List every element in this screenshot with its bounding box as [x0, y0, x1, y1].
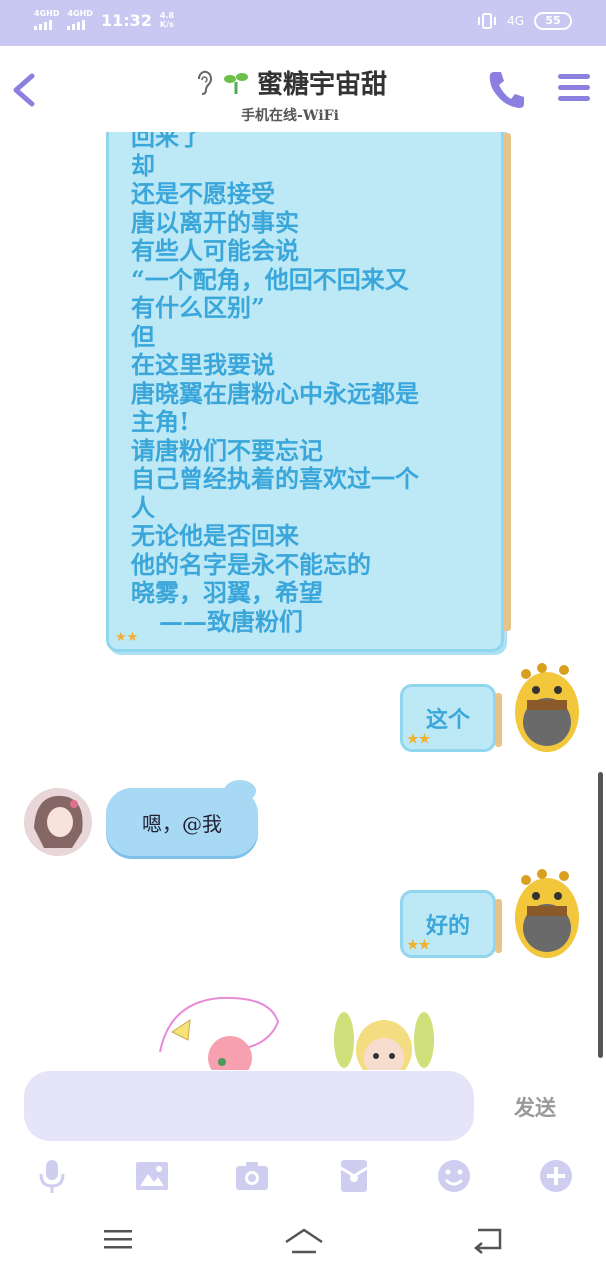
battery-level: 55: [545, 14, 561, 27]
chat-header: 蜜糖宇宙甜 手机在线-WiFi: [0, 46, 606, 132]
net-speed-value: 4.8: [159, 11, 175, 20]
more-button[interactable]: [536, 1156, 576, 1196]
menu-button[interactable]: [556, 70, 592, 106]
blonde-girl-character-decoration: [334, 1012, 434, 1070]
image-icon: [136, 1162, 168, 1190]
network-type: 4G: [507, 14, 524, 28]
giraffe-avatar-icon: [515, 869, 579, 958]
star-decoration-icon: ★★: [115, 630, 139, 645]
my-avatar[interactable]: [512, 866, 582, 966]
battery-icon: 55: [534, 12, 572, 30]
post-line: 却: [131, 150, 155, 180]
net-speed-unit: K/s: [159, 20, 174, 29]
message-bubble-long-post[interactable]: 回来了 却 还是不愿接受 唐以离开的事实 有些人可能会说 “一个配角，他回不回来…: [106, 132, 511, 652]
back-nav-button[interactable]: [470, 1224, 510, 1260]
phone-icon: [489, 72, 524, 108]
home-icon: [285, 1228, 323, 1254]
post-line: 唐以离开的事实: [131, 207, 299, 237]
post-line: 他的名字是永不能忘的: [131, 549, 371, 579]
message-input[interactable]: [24, 1071, 474, 1141]
menu-lines-icon: [104, 1230, 132, 1249]
post-line: 唐晓翼在唐粉心中永远都是: [131, 378, 419, 408]
star-decoration-icon: ★★: [407, 732, 431, 747]
status-bar: 4GHD 4GHD 11:32 4.8 K/s 4G 55: [0, 0, 606, 46]
message-text: 好的: [425, 913, 470, 939]
post-line: 回来了: [131, 132, 203, 151]
post-line: 在这里我要说: [131, 350, 275, 379]
post-line: 晓雾，羽翼，希望: [131, 578, 323, 607]
home-button[interactable]: [282, 1224, 323, 1260]
post-line: 但: [131, 321, 155, 351]
post-line: 人: [131, 492, 155, 522]
message-bubble-me[interactable]: 这个 ★★: [400, 684, 502, 752]
emoji-button[interactable]: [434, 1156, 474, 1196]
sim2-label: 4GHD: [67, 9, 93, 18]
chat-scrollbar[interactable]: [598, 772, 603, 1058]
send-button[interactable]: 发送: [500, 1092, 570, 1126]
post-line: 请唐粉们不要忘记: [131, 435, 323, 465]
post-line: 自己曾经执着的喜欢过一个: [131, 464, 419, 493]
friend-avatar[interactable]: [24, 788, 92, 856]
my-avatar[interactable]: [512, 660, 582, 760]
red-packet-button[interactable]: [334, 1156, 374, 1196]
system-nav-bar: [0, 1204, 606, 1280]
message-text: 这个: [425, 707, 470, 733]
chat-title-area[interactable]: 蜜糖宇宙甜 手机在线-WiFi: [160, 64, 420, 125]
recent-apps-button[interactable]: [100, 1224, 140, 1260]
camera-icon: [236, 1162, 268, 1190]
bubble-edge-decoration: [495, 693, 502, 747]
sim1-label: 4GHD: [34, 9, 60, 18]
long-post-text: 回来了 却 还是不愿接受 唐以离开的事实 有些人可能会说 “一个配角，他回不回来…: [131, 132, 481, 636]
back-arrow-icon: [474, 1228, 502, 1254]
hamburger-menu-icon: [558, 74, 590, 101]
chat-title: 蜜糖宇宙甜: [256, 70, 387, 100]
girl-avatar-icon: [24, 788, 92, 856]
emoji-icon: [438, 1160, 470, 1192]
message-bubble-me[interactable]: 好的 ★★: [400, 890, 502, 958]
star-decoration-icon: ★★: [407, 938, 431, 953]
ear-icon: [197, 70, 212, 95]
vibrate-icon: [478, 13, 497, 29]
call-button[interactable]: [486, 68, 526, 110]
camera-button[interactable]: [232, 1156, 272, 1196]
plus-icon: [540, 1160, 572, 1192]
post-line: 无论他是否回来: [131, 521, 299, 550]
pink-hat-character-decoration: [159, 996, 280, 1070]
mic-icon: [39, 1160, 65, 1193]
message-bubble-friend[interactable]: 嗯，@我: [106, 788, 258, 856]
post-line: 还是不愿接受: [131, 179, 275, 208]
bubble-edge-decoration: [503, 133, 511, 631]
sprout-icon: [223, 72, 248, 94]
giraffe-avatar-icon: [515, 663, 579, 752]
chevron-left-icon: [13, 73, 35, 107]
online-status: 手机在线-WiFi: [241, 108, 339, 124]
chat-area[interactable]: 回来了 却 还是不愿接受 唐以离开的事实 有些人可能会说 “一个配角，他回不回来…: [0, 132, 606, 1070]
red-packet-icon: [340, 1160, 368, 1192]
sim2-signal-icon: 4GHD: [67, 9, 93, 30]
image-button[interactable]: [132, 1156, 172, 1196]
message-text: 嗯，@我: [142, 811, 222, 836]
clock: 11:32: [100, 10, 152, 30]
back-button[interactable]: [10, 70, 40, 110]
bubble-edge-decoration: [495, 899, 502, 953]
post-line: 有什么区别”: [131, 293, 265, 322]
post-line: “一个配角，他回不回来又: [131, 264, 409, 294]
voice-button[interactable]: [32, 1156, 72, 1196]
sim1-signal-icon: 4GHD: [34, 10, 59, 30]
post-line: 主角!: [131, 407, 190, 436]
post-line: 有些人可能会说: [131, 236, 299, 265]
post-line: ——致唐粉们: [159, 606, 303, 636]
